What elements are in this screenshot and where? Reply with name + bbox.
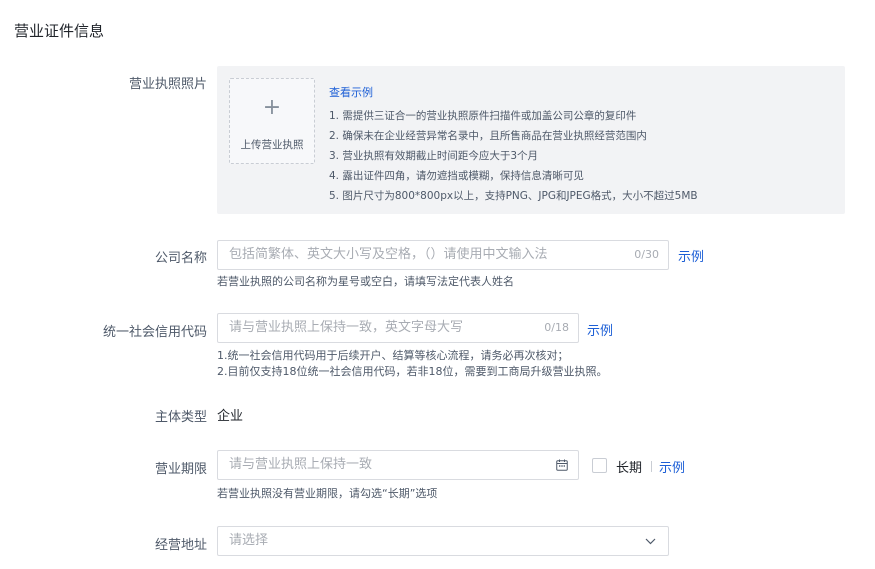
upload-license-button[interactable]: + 上传营业执照 xyxy=(229,78,315,164)
business-address-placeholder: 请选择 xyxy=(229,533,269,548)
business-address-select[interactable]: 请选择 xyxy=(217,526,669,556)
company-name-hint: 若营业执照的公司名称为星号或空白，请填写法定代表人姓名 xyxy=(217,275,514,288)
chevron-down-icon xyxy=(645,538,656,545)
credit-code-counter: 0/18 xyxy=(544,321,569,334)
upload-license-label: 上传营业执照 xyxy=(240,139,304,151)
requirement-item: 5. 图片尺寸为800*800px以上，支持PNG、JPG和JPEG格式，大小不… xyxy=(329,190,698,202)
company-name-label: 公司名称 xyxy=(154,251,207,266)
company-name-counter: 0/30 xyxy=(634,248,659,261)
credit-code-hints: 1.统一社会信用代码用于后续开户、结算等核心流程，请务必再次核对； 2.目前仅支… xyxy=(217,348,608,380)
view-example-link[interactable]: 查看示例 xyxy=(329,84,373,100)
divider xyxy=(651,461,652,472)
company-name-placeholder: 包括简繁体、英文大小写及空格，（）请使用中文输入法 xyxy=(229,247,548,262)
business-term-hint: 若营业执照没有营业期限，请勾选“长期”选项 xyxy=(217,487,438,500)
credit-code-input[interactable]: 请与营业执照上保持一致，英文字母大写 0/18 xyxy=(217,313,579,343)
business-term-placeholder: 请与营业执照上保持一致 xyxy=(229,457,373,472)
long-term-label: 长期 xyxy=(616,461,643,476)
calendar-icon xyxy=(556,459,568,471)
business-term-label: 营业期限 xyxy=(154,462,207,477)
requirement-item: 2. 确保未在企业经营异常名录中，且所售商品在营业执照经营范围内 xyxy=(329,130,647,142)
business-address-label: 经营地址 xyxy=(154,538,207,553)
company-name-input[interactable]: 包括简繁体、英文大小写及空格，（）请使用中文输入法 0/30 xyxy=(217,240,669,270)
license-requirements: 1. 需提供三证合一的营业执照原件扫描件或加盖公司公章的复印件 2. 确保未在企… xyxy=(329,106,698,206)
requirement-item: 4. 露出证件四角，请勿遮挡或模糊，保持信息清晰可见 xyxy=(329,170,584,182)
credit-code-hint-item: 1.统一社会信用代码用于后续开户、结算等核心流程，请务必再次核对； xyxy=(217,349,569,362)
credit-code-label: 统一社会信用代码 xyxy=(102,325,207,340)
entity-type-value: 企业 xyxy=(217,409,244,424)
section-title: 营业证件信息 xyxy=(14,22,105,40)
business-term-example-link[interactable]: 示例 xyxy=(659,457,685,476)
plus-icon: + xyxy=(262,95,282,120)
credit-code-example-link[interactable]: 示例 xyxy=(587,320,613,339)
credit-code-hint-item: 2.目前仅支持18位统一社会信用代码，若非18位，需要到工商局升级营业执照。 xyxy=(217,365,608,378)
requirement-item: 1. 需提供三证合一的营业执照原件扫描件或加盖公司公章的复印件 xyxy=(329,110,637,122)
license-photo-label: 营业执照照片 xyxy=(128,77,207,92)
entity-type-label: 主体类型 xyxy=(154,410,207,425)
business-term-date-input[interactable]: 请与营业执照上保持一致 xyxy=(217,450,579,480)
company-name-example-link[interactable]: 示例 xyxy=(678,246,704,265)
requirement-item: 3. 营业执照有效期截止时间距今应大于3个月 xyxy=(329,150,539,162)
credit-code-placeholder: 请与营业执照上保持一致，英文字母大写 xyxy=(229,320,464,335)
long-term-checkbox[interactable] xyxy=(592,458,607,473)
